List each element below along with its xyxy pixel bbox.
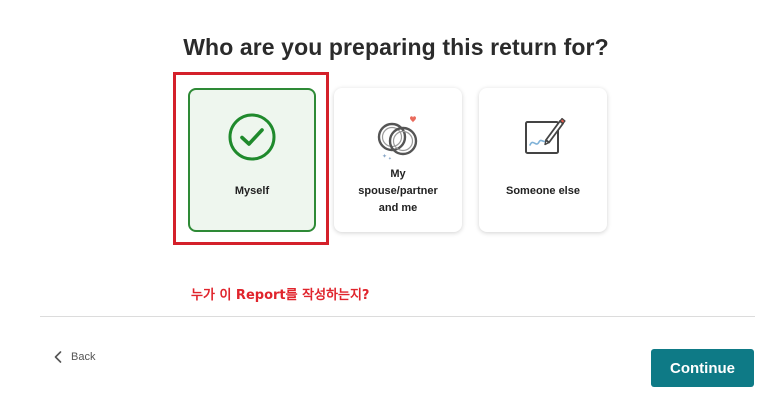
back-label: Back [71,351,96,363]
option-label-spouse-partner: My spouse/partner and me [340,166,456,217]
page-title: Who are you preparing this return for? [183,34,609,60]
option-label-someone-else: Someone else [506,185,580,197]
wedding-rings-icon: ✦ ✦ [334,110,462,162]
signature-pen-icon [479,112,607,160]
option-card-someone-else[interactable]: Someone else [479,88,607,232]
continue-button[interactable]: Continue [651,349,754,387]
option-label-line: and me [378,202,418,214]
annotation-highlight-box [173,72,329,245]
option-label-line: My [390,168,406,180]
footer-divider [40,316,755,317]
svg-text:✦: ✦ [388,156,392,162]
option-label-line: spouse/partner [358,185,438,197]
option-card-spouse-partner[interactable]: ✦ ✦ My spouse/partner and me [334,88,462,232]
annotation-text: 누가 이 Report를 작성하는지? [191,288,370,303]
chevron-left-icon [54,351,62,363]
svg-text:✦: ✦ [382,153,387,160]
back-button[interactable]: Back [54,351,95,363]
